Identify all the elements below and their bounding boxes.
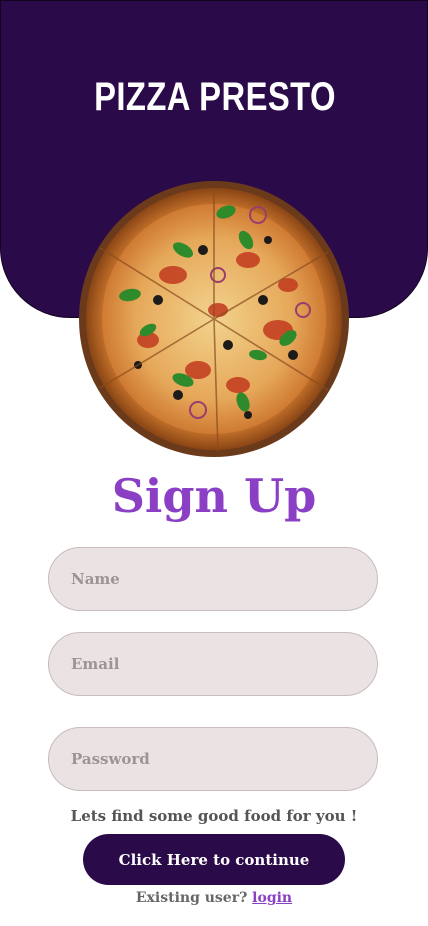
existing-user-label: Existing user? — [135, 890, 253, 906]
existing-user-row: Existing user? login — [0, 890, 428, 906]
pizza-image — [79, 181, 349, 457]
continue-button[interactable]: Click Here to continue — [83, 834, 345, 885]
tagline-text: Lets find some good food for you ! — [70, 807, 358, 825]
login-link[interactable]: login — [252, 890, 292, 906]
password-input[interactable] — [48, 727, 378, 791]
name-input[interactable] — [48, 547, 378, 611]
signup-title: Sign Up — [111, 469, 317, 523]
app-title: PIZZA PRESTO — [94, 75, 336, 119]
email-input[interactable] — [48, 632, 378, 696]
